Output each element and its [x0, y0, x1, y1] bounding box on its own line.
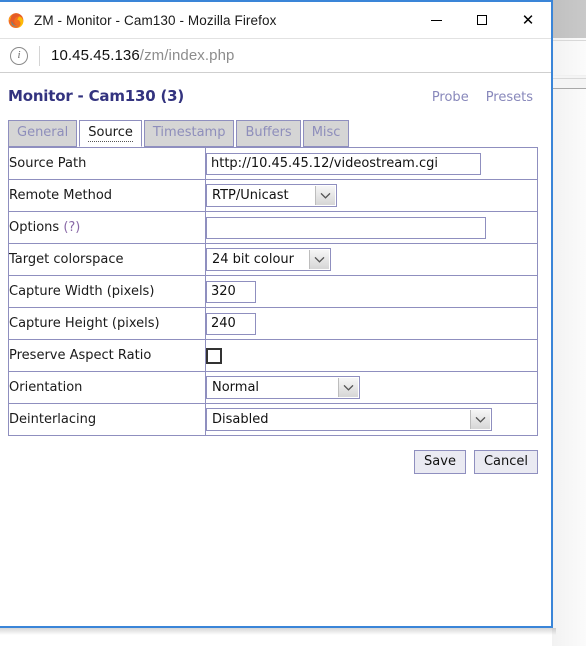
- options-input[interactable]: [206, 216, 486, 239]
- minimize-icon: [430, 19, 442, 21]
- label-capture-width: Capture Width (pixels): [8, 275, 206, 308]
- label-options: Options (?): [8, 211, 206, 244]
- label-capture-height: Capture Height (pixels): [8, 307, 206, 340]
- capture-width-input[interactable]: [206, 280, 256, 303]
- desktop-background: ZM - Monitor - Cam130 - Mozilla Firefox …: [0, 0, 586, 646]
- background-window-divider: [552, 40, 586, 41]
- table-row-source-path: Source Path: [8, 147, 538, 180]
- page-content: Monitor - Cam130 (3) Probe Presets Gener…: [0, 73, 551, 626]
- target-colorspace-value: 24 bit colour: [212, 252, 295, 267]
- background-window-divider: [552, 75, 586, 76]
- firefox-logo-icon: [7, 11, 25, 29]
- minimize-button[interactable]: [413, 2, 459, 38]
- preserve-aspect-ratio-checkbox[interactable]: [206, 347, 222, 364]
- label-options-text: Options: [9, 220, 60, 235]
- label-remote-method: Remote Method: [8, 179, 206, 212]
- target-colorspace-select[interactable]: 24 bit colour: [206, 248, 331, 271]
- chevron-down-icon: [470, 410, 490, 429]
- label-target-colorspace: Target colorspace: [8, 243, 206, 276]
- orientation-value: Normal: [212, 380, 260, 395]
- tab-buffers-label: Buffers: [245, 125, 292, 140]
- capture-height-input[interactable]: [206, 312, 256, 335]
- url-separator: [39, 45, 40, 66]
- tab-timestamp-label: Timestamp: [152, 125, 226, 140]
- table-row-deinterlacing: Deinterlacing Disabled: [8, 403, 538, 436]
- tab-bar: General Source Timestamp Buffers Misc: [8, 120, 551, 147]
- background-window-body: [552, 38, 586, 646]
- page-title: Monitor - Cam130 (3): [8, 87, 185, 105]
- url-bar[interactable]: 10.45.45.136/zm/index.php: [51, 47, 234, 64]
- firefox-window: ZM - Monitor - Cam130 - Mozilla Firefox …: [0, 0, 553, 628]
- table-row-capture-height: Capture Height (pixels): [8, 307, 538, 340]
- tab-source-label: Source: [88, 125, 133, 142]
- table-row-remote-method: Remote Method RTP/Unicast: [8, 179, 538, 212]
- chevron-down-icon: [309, 250, 329, 269]
- cell-capture-height: [205, 307, 538, 340]
- remote-method-value: RTP/Unicast: [212, 188, 289, 203]
- cell-deinterlacing: Disabled: [205, 403, 538, 436]
- source-path-input[interactable]: [206, 152, 481, 175]
- close-icon: ✕: [521, 10, 535, 29]
- cell-target-colorspace: 24 bit colour: [205, 243, 538, 276]
- tab-misc[interactable]: Misc: [302, 120, 350, 147]
- orientation-select[interactable]: Normal: [206, 376, 360, 399]
- table-row-options: Options (?): [8, 211, 538, 244]
- chevron-down-icon: [315, 186, 335, 205]
- window-title: ZM - Monitor - Cam130 - Mozilla Firefox: [34, 12, 277, 28]
- save-button[interactable]: Save: [414, 450, 466, 474]
- background-window-header: [552, 0, 586, 38]
- table-row-capture-width: Capture Width (pixels): [8, 275, 538, 308]
- info-circle-icon[interactable]: i: [10, 46, 28, 65]
- table-row-orientation: Orientation Normal: [8, 371, 538, 404]
- label-deinterlacing: Deinterlacing: [8, 403, 206, 436]
- background-window-divider: [552, 88, 586, 89]
- cell-capture-width: [205, 275, 538, 308]
- cancel-button[interactable]: Cancel: [473, 450, 538, 474]
- cell-options: [205, 211, 538, 244]
- maximize-icon: [477, 15, 487, 25]
- probe-link[interactable]: Probe: [432, 90, 469, 105]
- header-links: Probe Presets: [432, 90, 533, 105]
- cell-remote-method: RTP/Unicast: [205, 179, 538, 212]
- url-path: /zm/index.php: [139, 47, 235, 64]
- options-help-icon[interactable]: (?): [63, 220, 80, 235]
- maximize-button[interactable]: [459, 2, 505, 38]
- background-window-divider: [552, 78, 586, 79]
- url-host: 10.45.45.136: [51, 47, 140, 64]
- deinterlacing-select[interactable]: Disabled: [206, 408, 492, 431]
- remote-method-select[interactable]: RTP/Unicast: [206, 184, 337, 207]
- source-settings-table: Source Path Remote Method RTP/Unicast: [8, 147, 538, 436]
- navigation-toolbar: i 10.45.45.136/zm/index.php: [0, 38, 551, 73]
- label-source-path: Source Path: [8, 147, 206, 180]
- tab-general-label: General: [17, 125, 69, 140]
- title-bar: ZM - Monitor - Cam130 - Mozilla Firefox …: [0, 2, 551, 38]
- cell-source-path: [205, 147, 538, 180]
- close-button[interactable]: ✕: [505, 2, 551, 38]
- page-header: Monitor - Cam130 (3) Probe Presets: [0, 73, 551, 105]
- label-orientation: Orientation: [8, 371, 206, 404]
- table-row-preserve-aspect-ratio: Preserve Aspect Ratio: [8, 339, 538, 372]
- chevron-down-icon: [338, 378, 358, 397]
- tab-buffers[interactable]: Buffers: [236, 120, 301, 147]
- deinterlacing-value: Disabled: [212, 412, 269, 427]
- form-actions: Save Cancel: [8, 450, 538, 474]
- presets-link[interactable]: Presets: [486, 90, 533, 105]
- label-preserve-aspect-ratio: Preserve Aspect Ratio: [8, 339, 206, 372]
- tab-source[interactable]: Source: [79, 120, 142, 147]
- window-controls: ✕: [413, 2, 551, 38]
- window-drop-shadow: [0, 628, 556, 635]
- tab-timestamp[interactable]: Timestamp: [143, 120, 235, 147]
- tab-general[interactable]: General: [8, 120, 78, 147]
- cell-orientation: Normal: [205, 371, 538, 404]
- cell-preserve-aspect-ratio: [205, 339, 538, 372]
- table-row-target-colorspace: Target colorspace 24 bit colour: [8, 243, 538, 276]
- tab-misc-label: Misc: [311, 125, 341, 140]
